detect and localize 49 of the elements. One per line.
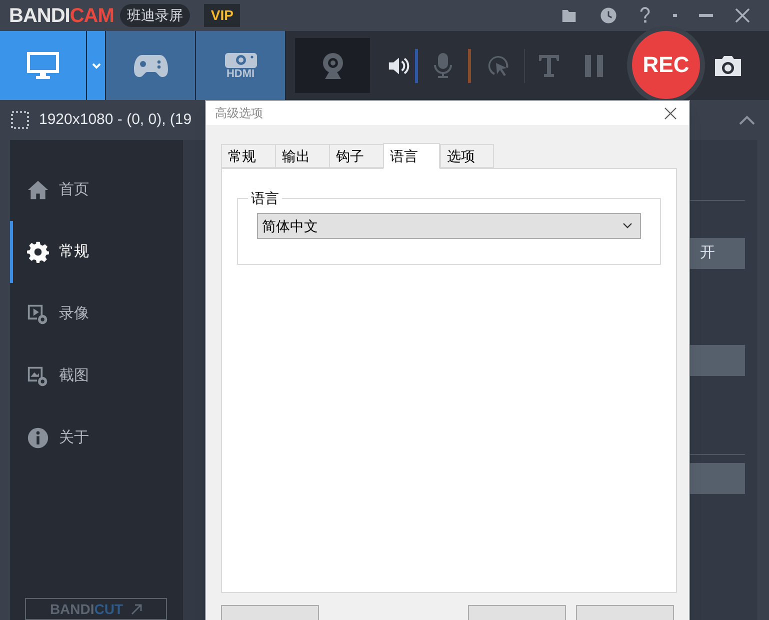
cursor-click-icon xyxy=(486,54,510,78)
capture-mode-tab[interactable] xyxy=(0,31,87,100)
dialog-tab[interactable]: 输出 xyxy=(275,144,329,168)
mode-dropdown-button[interactable] xyxy=(87,31,106,100)
language-select[interactable]: 简体中文 xyxy=(257,213,641,239)
home-icon xyxy=(27,179,49,201)
microphone-meter-icon xyxy=(468,48,471,82)
app-logo: BANDICAM xyxy=(9,6,114,26)
chevron-down-icon xyxy=(623,223,632,229)
dialog-tab[interactable]: 选项 xyxy=(440,144,494,168)
dialog-tab[interactable]: 钩子 xyxy=(329,144,383,168)
chevron-down-icon xyxy=(92,62,100,68)
dialog-tab[interactable]: 语言 xyxy=(383,143,440,169)
region-label: 1920x1080 - (0, 0), (19 xyxy=(39,110,192,130)
pause-icon xyxy=(585,54,603,76)
vip-badge: VIP xyxy=(204,4,240,27)
projector-icon xyxy=(224,52,256,68)
video-settings-icon xyxy=(27,303,49,325)
chevron-up-icon xyxy=(739,115,755,125)
selection-icon xyxy=(11,111,29,129)
dialog-title: 高级选项 xyxy=(215,105,263,122)
dialog-tab[interactable]: 常规 xyxy=(221,144,275,168)
minimize-icon xyxy=(699,14,713,17)
sidebar-item[interactable]: 截图 xyxy=(10,345,183,407)
language-group: 语言 简体中文 xyxy=(237,188,661,265)
sidebar-item[interactable]: 录像 xyxy=(10,283,183,345)
info-icon xyxy=(27,427,49,449)
image-settings-icon xyxy=(27,365,49,387)
close-icon xyxy=(735,8,750,23)
gamepad-icon xyxy=(134,54,168,78)
camera-icon xyxy=(715,54,741,76)
external-link-icon xyxy=(131,604,142,614)
volume-meter-icon xyxy=(415,48,418,82)
minimize-icon xyxy=(673,14,677,17)
microphone-icon xyxy=(433,52,453,78)
capture-mode-tab[interactable] xyxy=(106,31,196,100)
monitor-icon xyxy=(26,50,60,80)
edition-label: 班迪录屏 xyxy=(120,4,190,27)
webcam-icon xyxy=(320,52,344,80)
hdmi-caption: HDMI xyxy=(226,68,255,80)
help-icon xyxy=(639,7,651,24)
sidebar-item[interactable]: 首页 xyxy=(10,159,183,221)
text-icon xyxy=(539,54,559,76)
folder-icon xyxy=(560,8,578,24)
sidebar-item[interactable]: 关于 xyxy=(10,407,183,469)
close-icon xyxy=(664,106,677,120)
webcam-button[interactable] xyxy=(295,38,370,93)
clock-icon xyxy=(600,7,617,24)
gear-icon xyxy=(27,241,49,263)
